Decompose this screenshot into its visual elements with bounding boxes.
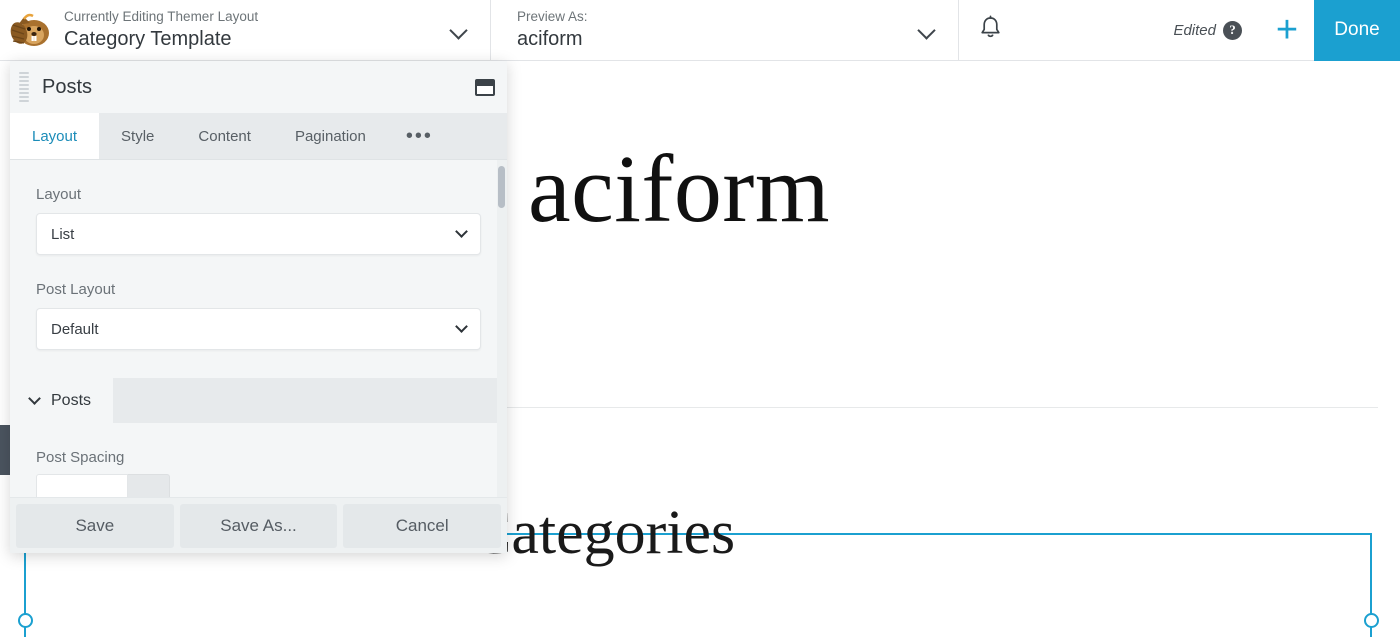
- editing-layout-text: Currently Editing Themer Layout Category…: [64, 8, 448, 52]
- preview-as-eyebrow: Preview As:: [517, 8, 916, 26]
- dock-panel-icon[interactable]: [475, 79, 495, 96]
- chevron-down-icon: [455, 320, 468, 333]
- chevron-down-icon: [455, 225, 468, 238]
- panel-body: Layout List Post Layout Default Posts Po…: [10, 160, 507, 497]
- chevron-down-icon[interactable]: [916, 19, 938, 41]
- panel-tab-bar: Layout Style Content Pagination •••: [10, 113, 507, 160]
- plus-icon[interactable]: +: [1260, 0, 1314, 60]
- status-badge: Edited: [1173, 22, 1216, 39]
- post-spacing-input[interactable]: [36, 474, 128, 497]
- editor-top-bar: Currently Editing Themer Layout Category…: [0, 0, 1400, 61]
- panel-scrollbar-track[interactable]: [497, 160, 507, 497]
- chevron-down-icon: [28, 392, 41, 405]
- section-tab-posts-label: Posts: [51, 392, 91, 410]
- section-tab-posts[interactable]: Posts: [10, 378, 113, 423]
- preview-as-value: aciform: [517, 26, 916, 52]
- field-layout: Layout List: [10, 160, 507, 255]
- panel-scrollbar-thumb[interactable]: [498, 166, 505, 208]
- chevron-down-icon[interactable]: [448, 19, 470, 41]
- editing-layout-selector[interactable]: Currently Editing Themer Layout Category…: [0, 0, 491, 60]
- field-post-layout-label: Post Layout: [36, 255, 481, 308]
- post-spacing-row: [10, 474, 507, 497]
- top-bar-actions: Edited ? + Done: [959, 0, 1400, 60]
- module-settings-panel: Posts Layout Style Content Pagination ••…: [10, 61, 507, 553]
- post-spacing-label: Post Spacing: [10, 423, 507, 474]
- notifications-button[interactable]: [959, 0, 1021, 60]
- tab-pagination[interactable]: Pagination: [273, 113, 388, 159]
- editing-title: Category Template: [64, 26, 448, 52]
- bell-icon: [979, 15, 1002, 45]
- selection-handle-right[interactable]: [1364, 613, 1379, 628]
- save-as-button[interactable]: Save As...: [180, 504, 338, 548]
- selection-handle-left[interactable]: [18, 613, 33, 628]
- drag-handle-icon[interactable]: [16, 67, 32, 107]
- save-button[interactable]: Save: [16, 504, 174, 548]
- category-heading: Categories: [470, 499, 735, 567]
- editing-eyebrow: Currently Editing Themer Layout: [64, 8, 448, 26]
- post-spacing-unit-select[interactable]: [128, 474, 170, 497]
- site-title: aciform: [528, 141, 830, 237]
- posts-section-tabbar: Posts: [10, 378, 507, 423]
- field-layout-label: Layout: [36, 160, 481, 213]
- question-mark-icon[interactable]: ?: [1223, 21, 1242, 40]
- done-button[interactable]: Done: [1314, 0, 1400, 61]
- tab-layout[interactable]: Layout: [10, 113, 99, 159]
- post-layout-select[interactable]: Default: [36, 308, 481, 350]
- tab-overflow-menu-icon[interactable]: •••: [388, 113, 451, 159]
- preview-as-text: Preview As: aciform: [517, 8, 916, 52]
- field-post-layout: Post Layout Default: [10, 255, 507, 350]
- panel-header[interactable]: Posts: [10, 61, 507, 113]
- preview-as-selector[interactable]: Preview As: aciform: [491, 0, 959, 60]
- panel-footer: Save Save As... Cancel: [10, 497, 507, 553]
- cancel-button[interactable]: Cancel: [343, 504, 501, 548]
- tab-style[interactable]: Style: [99, 113, 176, 159]
- panel-title: Posts: [42, 76, 475, 99]
- beaver-logo-icon: [10, 9, 56, 51]
- post-layout-select-value: Default: [51, 321, 99, 338]
- tab-content[interactable]: Content: [176, 113, 273, 159]
- layout-select[interactable]: List: [36, 213, 481, 255]
- layout-select-value: List: [51, 226, 74, 243]
